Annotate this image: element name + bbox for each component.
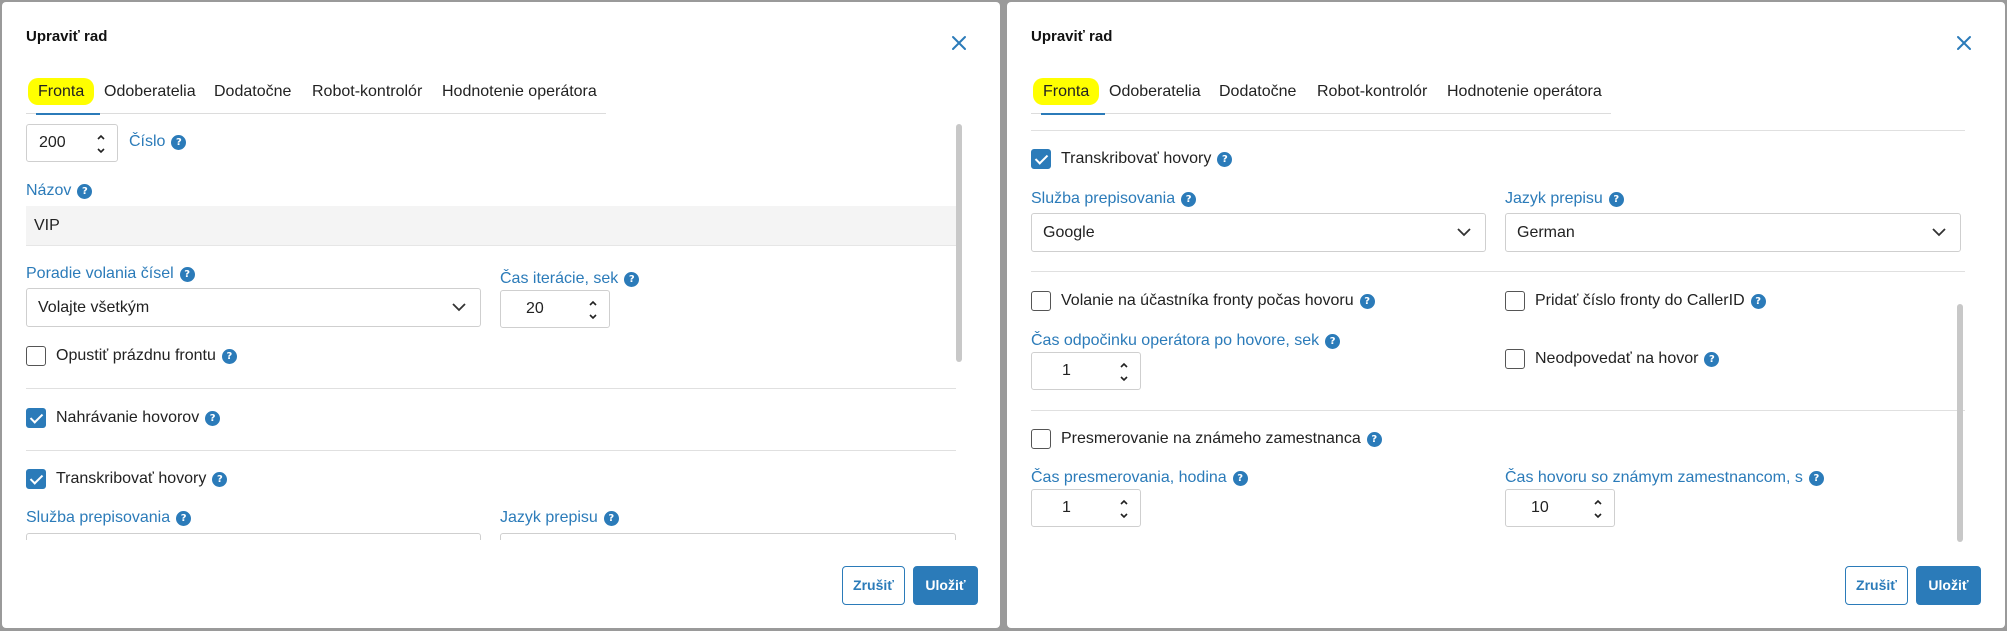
tab-robot-kontrolor[interactable]: Robot-kontrolór <box>1317 74 1427 114</box>
help-icon[interactable]: ? <box>1325 334 1341 349</box>
edit-queue-dialog-right: Upraviť rad Fronta Odoberatelia Dodatočn… <box>1007 2 2005 628</box>
transcription-service-label: Služba prepisovania? <box>1031 190 1197 208</box>
tab-dodatocne[interactable]: Dodatočne <box>214 74 291 114</box>
no-answer-label: Neodpovedať na hovor? <box>1535 350 1720 368</box>
tab-bar: Fronta Odoberatelia Dodatočne Robot-kont… <box>26 74 606 115</box>
transcription-service-select[interactable] <box>26 533 481 540</box>
stepper-arrows-icon[interactable] <box>587 297 599 323</box>
dialog-title: Upraviť rad <box>26 28 108 45</box>
cancel-button[interactable]: Zrušiť <box>842 566 905 605</box>
help-icon[interactable]: ? <box>205 411 221 426</box>
number-label: Číslo? <box>129 133 187 151</box>
help-icon[interactable]: ? <box>1750 294 1766 309</box>
help-icon[interactable]: ? <box>1608 192 1624 207</box>
transcription-service-select[interactable]: Google <box>1031 213 1486 252</box>
leave-empty-queue-checkbox[interactable] <box>26 346 46 366</box>
call-order-select[interactable]: Volajte všetkým <box>26 288 481 327</box>
tab-hodnotenie-operatora[interactable]: Hodnotenie operátora <box>1447 74 1602 114</box>
transcription-language-label: Jazyk prepisu? <box>500 509 619 527</box>
no-answer-checkbox[interactable] <box>1505 349 1525 369</box>
close-icon[interactable] <box>948 32 970 54</box>
transcribe-calls-label: Transkribovať hovory? <box>56 470 228 488</box>
tab-hodnotenie-operatora[interactable]: Hodnotenie operátora <box>442 74 597 114</box>
chevron-down-icon <box>452 303 466 312</box>
help-icon[interactable]: ? <box>603 511 619 526</box>
tab-bar: Fronta Odoberatelia Dodatočne Robot-kont… <box>1031 74 1611 115</box>
stepper-arrows-icon[interactable] <box>1118 359 1130 385</box>
call-recording-checkbox[interactable] <box>26 408 46 428</box>
tab-dodatocne[interactable]: Dodatočne <box>1219 74 1296 114</box>
help-icon[interactable]: ? <box>171 135 187 150</box>
tab-odoberatelia[interactable]: Odoberatelia <box>1109 74 1201 114</box>
help-icon[interactable]: ? <box>77 184 93 199</box>
number-stepper[interactable]: 200 <box>26 124 118 162</box>
call-queue-member-checkbox[interactable] <box>1031 291 1051 311</box>
divider <box>1031 410 1965 411</box>
help-icon[interactable]: ? <box>176 511 192 526</box>
tab-fronta[interactable]: Fronta <box>28 74 101 115</box>
call-order-label: Poradie volania čísel? <box>26 265 195 283</box>
chevron-down-icon <box>1457 228 1471 237</box>
dialog-title: Upraviť rad <box>1031 28 1113 45</box>
transcribe-calls-checkbox[interactable] <box>26 469 46 489</box>
divider <box>1031 130 1965 131</box>
scrollbar-thumb[interactable] <box>956 124 962 362</box>
operator-rest-time-label: Čas odpočinku operátora po hovore, sek? <box>1031 332 1341 350</box>
help-icon[interactable]: ? <box>1704 352 1720 367</box>
help-icon[interactable]: ? <box>1808 471 1824 486</box>
tab-odoberatelia[interactable]: Odoberatelia <box>104 74 196 114</box>
transcribe-calls-label: Transkribovať hovory? <box>1061 150 1233 168</box>
help-icon[interactable]: ? <box>221 349 237 364</box>
known-employee-call-time-stepper[interactable]: 10 <box>1505 489 1615 527</box>
tab-fronta[interactable]: Fronta <box>1033 74 1106 115</box>
call-queue-member-label: Volanie na účastníka fronty počas hovoru… <box>1061 292 1375 310</box>
divider <box>26 388 956 389</box>
transcription-language-select[interactable]: German <box>1505 213 1961 252</box>
chevron-down-icon <box>1932 228 1946 237</box>
help-icon[interactable]: ? <box>1232 471 1248 486</box>
scrollbar[interactable] <box>1957 124 1963 544</box>
transcription-service-label: Služba prepisovania? <box>26 509 192 527</box>
redirect-time-stepper[interactable]: 1 <box>1031 489 1141 527</box>
transcription-language-select[interactable] <box>500 533 956 540</box>
add-queue-number-callerid-checkbox[interactable] <box>1505 291 1525 311</box>
add-queue-number-callerid-label: Pridať číslo fronty do CallerID? <box>1535 292 1766 310</box>
help-icon[interactable]: ? <box>1181 192 1197 207</box>
known-employee-call-time-label: Čas hovoru so známym zamestnancom, s? <box>1505 469 1824 487</box>
name-input[interactable]: VIP <box>26 206 956 246</box>
iteration-time-stepper[interactable]: 20 <box>500 290 610 328</box>
help-icon[interactable]: ? <box>1359 294 1375 309</box>
close-icon[interactable] <box>1953 32 1975 54</box>
leave-empty-queue-label: Opustiť prázdnu frontu? <box>56 347 237 365</box>
help-icon[interactable]: ? <box>179 267 195 282</box>
stepper-arrows-icon[interactable] <box>1118 496 1130 522</box>
stepper-arrows-icon[interactable] <box>1592 496 1604 522</box>
tab-robot-kontrolor[interactable]: Robot-kontrolór <box>312 74 422 114</box>
help-icon[interactable]: ? <box>212 472 228 487</box>
redirect-known-employee-checkbox[interactable] <box>1031 429 1051 449</box>
help-icon[interactable]: ? <box>1217 152 1233 167</box>
save-button[interactable]: Uložiť <box>1916 566 1981 605</box>
divider <box>1031 271 1965 272</box>
redirect-known-employee-label: Presmerovanie na známeho zamestnanca? <box>1061 430 1382 448</box>
form-content: 200 Číslo? Názov? VIP Poradie volania čí… <box>2 120 964 540</box>
scrollbar[interactable] <box>956 124 962 544</box>
save-button[interactable]: Uložiť <box>913 566 978 605</box>
edit-queue-dialog-left: Upraviť rad Fronta Odoberatelia Dodatočn… <box>2 2 1000 628</box>
cancel-button[interactable]: Zrušiť <box>1845 566 1908 605</box>
iteration-time-label: Čas iterácie, sek? <box>500 270 640 288</box>
transcription-language-label: Jazyk prepisu? <box>1505 190 1624 208</box>
help-icon[interactable]: ? <box>624 272 640 287</box>
call-recording-label: Nahrávanie hovorov? <box>56 409 221 427</box>
stepper-arrows-icon[interactable] <box>95 131 107 157</box>
name-label: Názov? <box>26 182 93 200</box>
operator-rest-time-stepper[interactable]: 1 <box>1031 352 1141 390</box>
transcribe-calls-checkbox[interactable] <box>1031 149 1051 169</box>
redirect-time-label: Čas presmerovania, hodina? <box>1031 469 1248 487</box>
form-content: Transkribovať hovory? Služba prepisovani… <box>1007 120 1969 540</box>
help-icon[interactable]: ? <box>1366 432 1382 447</box>
scrollbar-thumb[interactable] <box>1957 304 1963 542</box>
divider <box>26 450 956 451</box>
